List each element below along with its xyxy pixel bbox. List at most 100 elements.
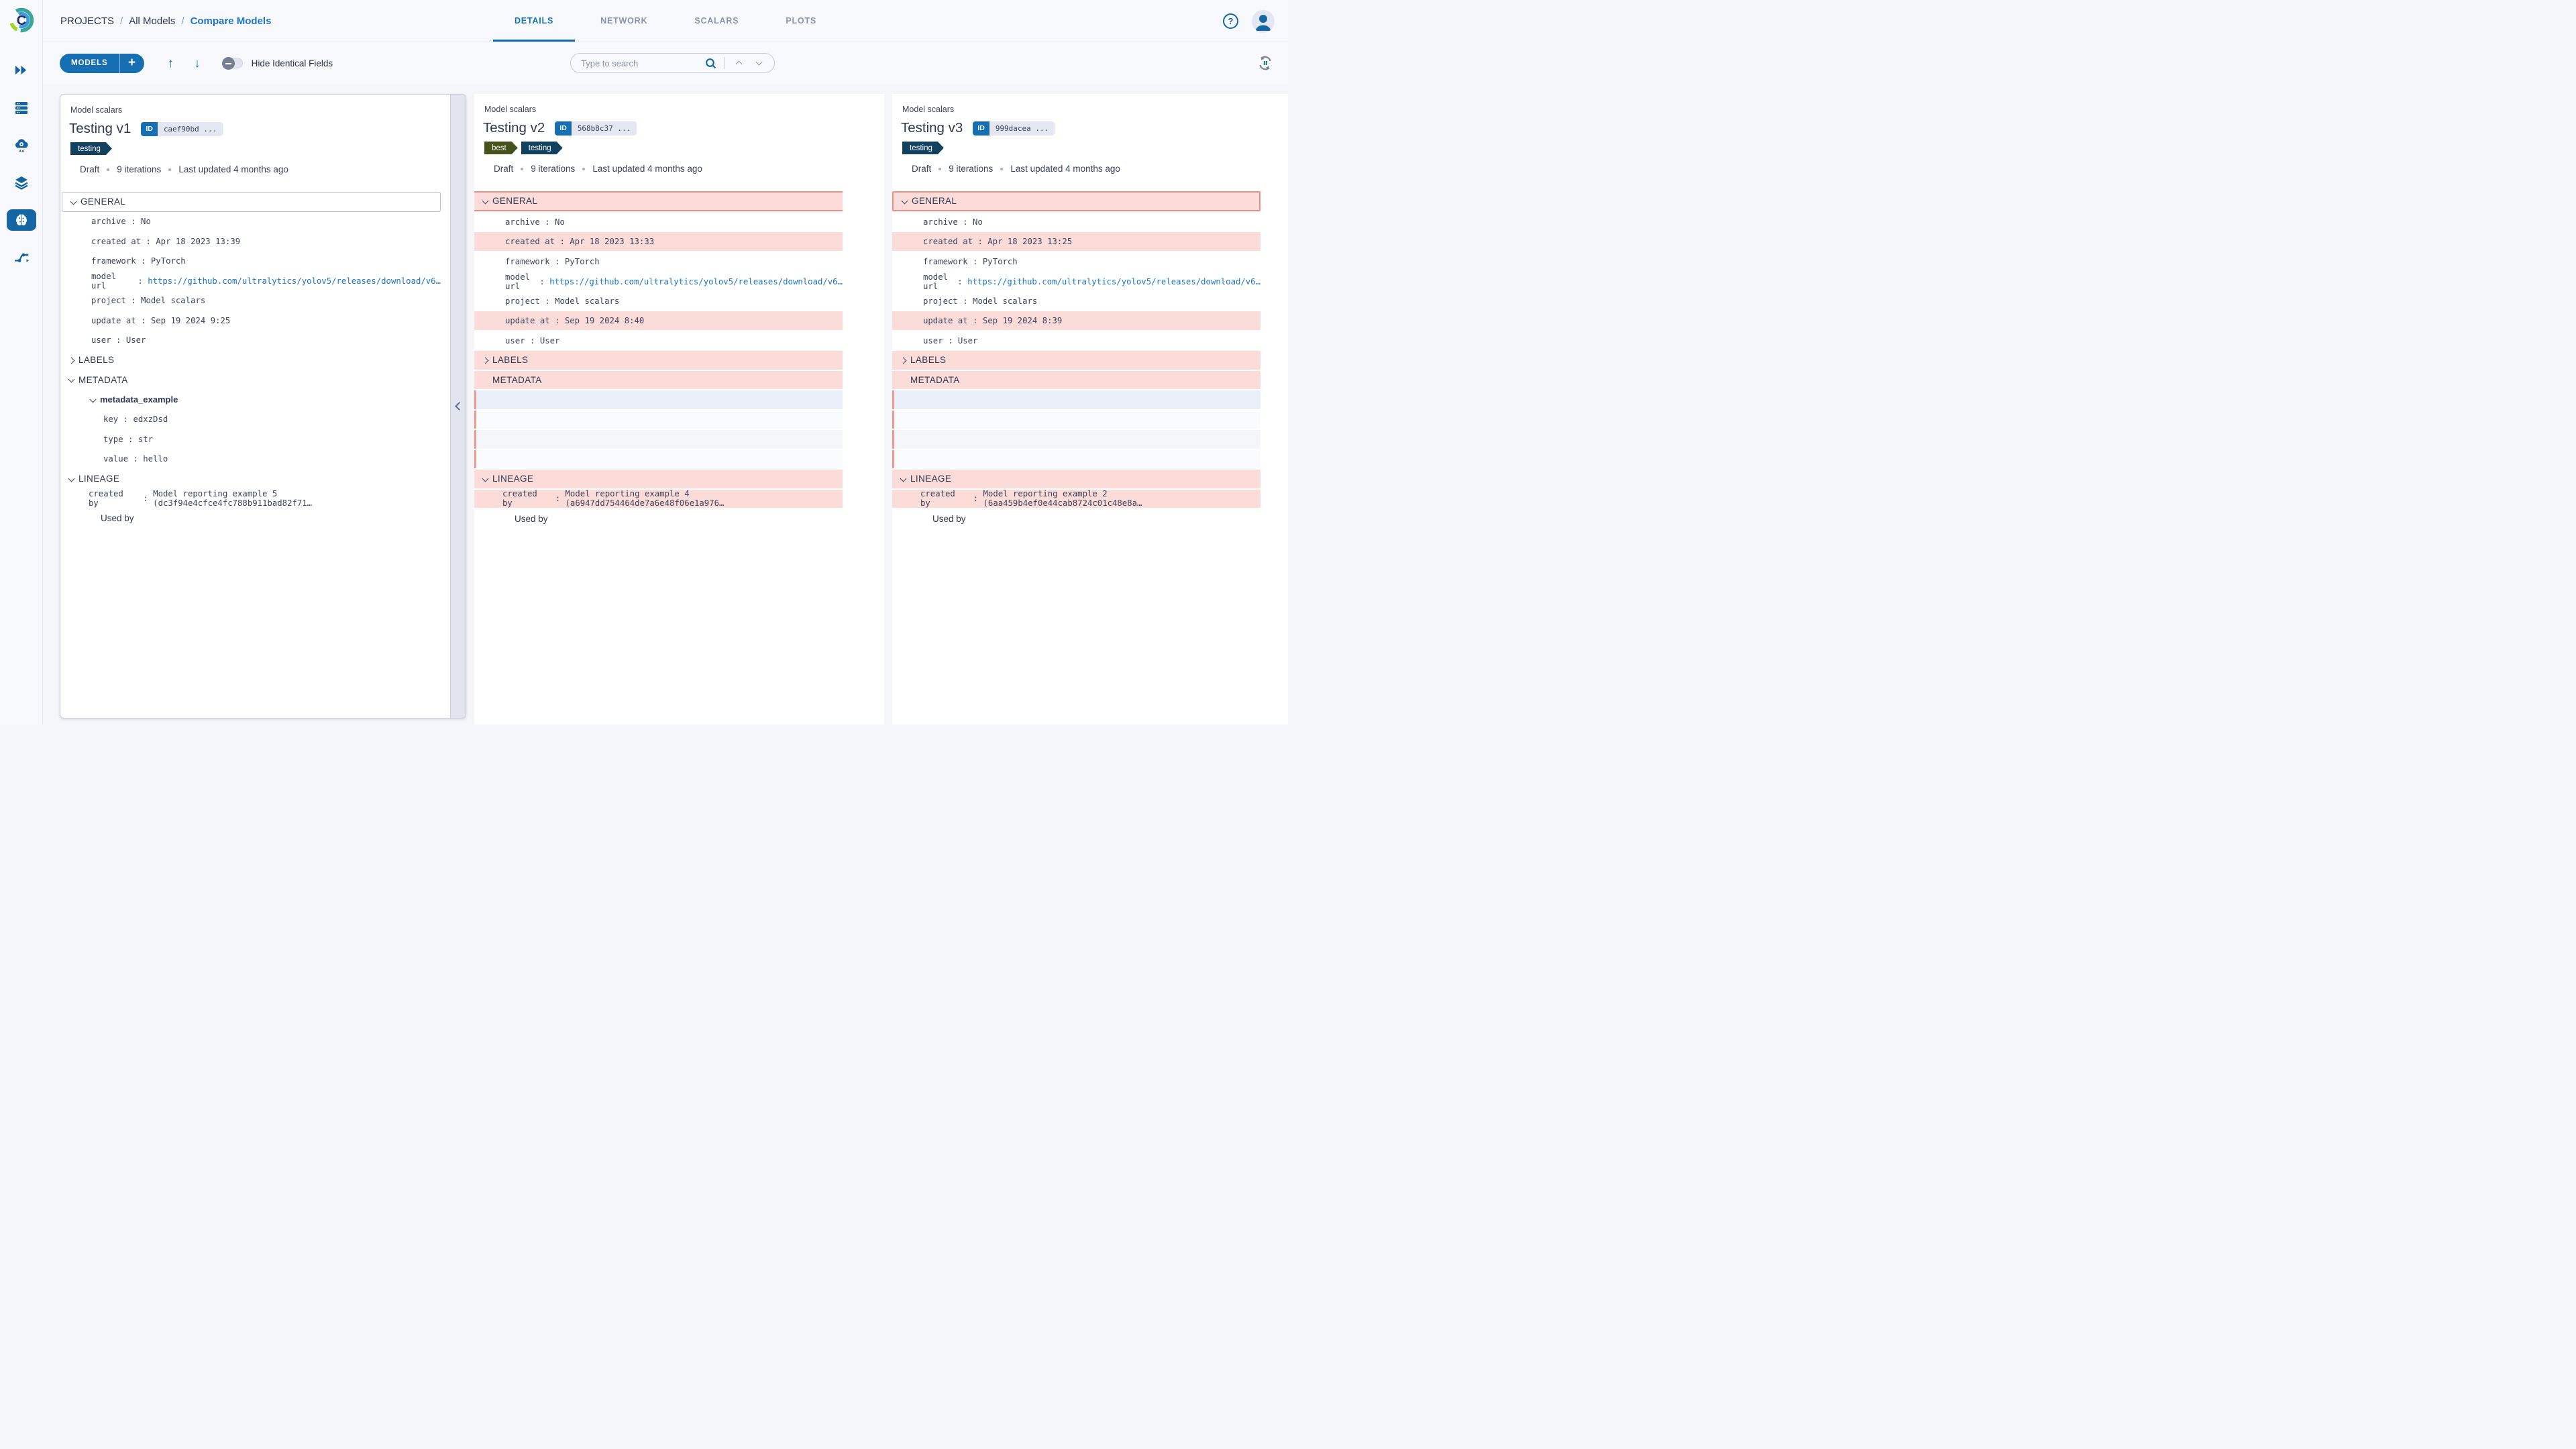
status-item: Draft <box>912 164 932 174</box>
row-empty-empty <box>892 449 1260 468</box>
field-value-link[interactable]: https://github.com/ultralytics/yolov5/re… <box>549 277 843 286</box>
field-separator: : <box>957 297 973 307</box>
model-id-value[interactable]: caef90bd ... <box>157 121 223 136</box>
field-key: framework <box>923 257 968 267</box>
row-section-labels[interactable]: LABELS <box>474 351 843 371</box>
status-item: 9 iterations <box>949 164 994 174</box>
field-separator: : <box>549 257 565 267</box>
datasets-icon[interactable] <box>7 172 36 193</box>
status-dot-icon <box>168 168 172 171</box>
row-section-metadata[interactable]: METADATA <box>60 370 441 390</box>
used-by-label: Used by <box>932 514 966 525</box>
row-section-metadata[interactable]: METADATA <box>892 370 1260 390</box>
field-value: PyTorch <box>150 256 186 266</box>
status-dot-icon <box>107 168 110 171</box>
row-section-metadata[interactable]: METADATA <box>474 370 843 390</box>
breadcrumb-projects[interactable]: PROJECTS <box>60 15 114 27</box>
breadcrumb: PROJECTS / All Models / Compare Models <box>60 0 271 42</box>
field-key: project <box>505 297 540 307</box>
field-key: user <box>91 335 111 345</box>
search-next-icon[interactable] <box>756 60 763 66</box>
search-prev-icon[interactable] <box>736 60 743 66</box>
model-title: Testing v2 <box>483 120 545 136</box>
row-section-lineage[interactable]: LINEAGE <box>474 470 843 490</box>
row-section-lineage[interactable]: LINEAGE <box>60 469 441 489</box>
tag-testing: testing <box>521 142 563 154</box>
tab-network[interactable]: NETWORK <box>596 0 651 42</box>
auto-refresh-icon[interactable] <box>1257 55 1273 71</box>
tab-scalars[interactable]: SCALARS <box>690 0 743 42</box>
section-label: GENERAL <box>80 197 126 207</box>
status-item: Draft <box>494 164 514 174</box>
section-label: METADATA <box>78 374 128 385</box>
tab-details[interactable]: DETAILS <box>492 0 576 42</box>
field-key: update at <box>91 315 136 325</box>
tag-testing: testing <box>70 142 112 155</box>
breadcrumb-separator: / <box>181 15 184 27</box>
tab-bar: DETAILS NETWORK SCALARS PLOTS <box>492 0 820 42</box>
svg-text:C: C <box>17 13 26 28</box>
row-field-archive: archive : No <box>474 213 843 233</box>
models-icon[interactable] <box>6 209 36 231</box>
field-key: created by <box>920 489 955 508</box>
fast-forward-icon[interactable] <box>7 59 36 80</box>
row-field-update-at: update at : Sep 19 2024 8:39 <box>892 311 1260 331</box>
queues-icon[interactable] <box>7 97 36 118</box>
section-label: LABELS <box>910 355 947 366</box>
chevron-down-icon <box>67 375 76 384</box>
help-icon[interactable]: ? <box>1223 13 1238 29</box>
status-item: 9 iterations <box>531 164 576 174</box>
row-field-project: project : Model scalars <box>60 291 441 311</box>
pipelines-icon[interactable] <box>7 247 36 268</box>
hide-identical-toggle[interactable] <box>221 57 243 70</box>
models-button-label[interactable]: MODELS <box>60 53 120 73</box>
field-key: created by <box>89 489 123 508</box>
collapse-panel-button[interactable] <box>450 95 466 718</box>
model-id-value[interactable]: 999dacea ... <box>989 121 1055 136</box>
cloud-gear-icon[interactable] <box>7 134 36 156</box>
field-separator: : <box>138 494 154 504</box>
row-section-general[interactable]: GENERAL <box>62 192 441 212</box>
model-id-chip: ID 568b8c37 ... <box>555 121 637 136</box>
field-value-link[interactable]: https://github.com/ultralytics/yolov5/re… <box>967 277 1260 286</box>
tab-plots[interactable]: PLOTS <box>782 0 820 42</box>
search-input[interactable] <box>571 58 705 68</box>
field-separator: : <box>967 315 983 325</box>
prev-diff-button[interactable]: ↑ <box>168 57 174 70</box>
section-label: LINEAGE <box>910 474 952 484</box>
field-value: Sep 19 2024 8:40 <box>564 315 645 325</box>
row-section-labels[interactable]: LABELS <box>892 351 1260 371</box>
top-bar: PROJECTS / All Models / Compare Models D… <box>43 0 1288 42</box>
model-id-chip: ID 999dacea ... <box>973 121 1055 136</box>
row-group-metadata-example[interactable]: metadata_example <box>60 390 441 410</box>
model-card: Model scalars Testing v1 ID caef90bd ...… <box>60 105 450 529</box>
row-section-general[interactable]: GENERAL <box>892 191 1260 211</box>
next-diff-button[interactable]: ↓ <box>194 57 201 70</box>
used-by-label: Used by <box>515 514 548 525</box>
models-split-button[interactable]: MODELS + <box>60 53 144 73</box>
field-key: key <box>103 415 119 425</box>
user-avatar-icon[interactable] <box>1252 9 1275 33</box>
row-lineage-created-by: created by : Model reporting example 4 (… <box>474 489 843 509</box>
breadcrumb-all-models[interactable]: All Models <box>129 15 175 27</box>
card-project-label: Model scalars <box>484 105 537 114</box>
breadcrumb-compare-models[interactable]: Compare Models <box>191 15 272 27</box>
card-rows: GENERAL archive : No created at : Apr 18 2… <box>474 191 843 529</box>
model-id-value[interactable]: 568b8c37 ... <box>571 121 637 136</box>
breadcrumb-separator: / <box>120 15 123 27</box>
field-key: user <box>923 336 943 346</box>
section-label: GENERAL <box>912 196 957 207</box>
row-section-labels[interactable]: LABELS <box>60 350 441 370</box>
row-section-lineage[interactable]: LINEAGE <box>892 470 1260 490</box>
field-separator: : <box>968 494 983 504</box>
field-value: Sep 19 2024 8:39 <box>982 315 1063 325</box>
tag-testing: testing <box>902 142 944 154</box>
add-model-button[interactable]: + <box>120 54 144 73</box>
field-value-link[interactable]: https://github.com/ultralytics/yolov5/re… <box>148 276 441 286</box>
tag-best: best <box>484 142 518 154</box>
chevron-right-icon <box>899 356 908 365</box>
row-section-general[interactable]: GENERAL <box>474 191 843 211</box>
search-icon[interactable] <box>705 58 716 69</box>
field-key: created at <box>505 236 555 246</box>
clearml-logo[interactable]: C <box>8 7 35 34</box>
